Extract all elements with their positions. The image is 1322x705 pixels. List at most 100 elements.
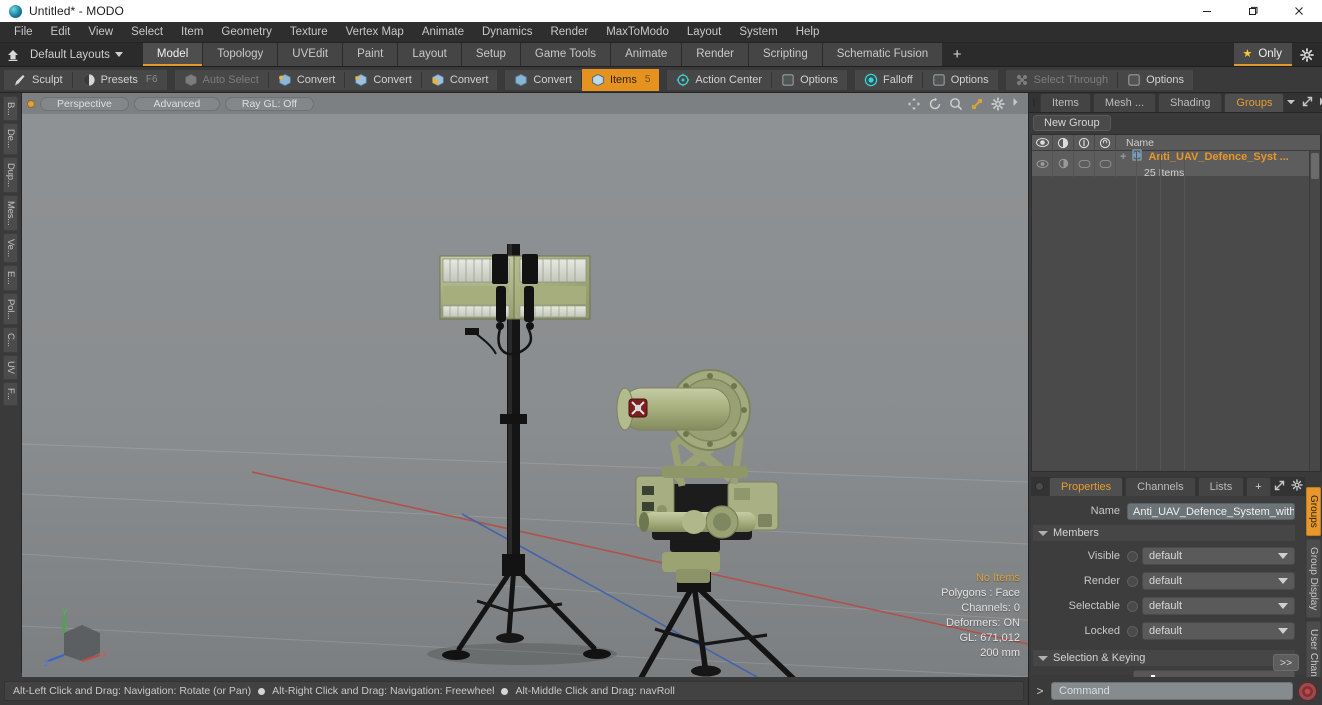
members-section-header[interactable]: Members [1033, 525, 1295, 541]
right-panel-tab-items[interactable]: Items [1040, 93, 1091, 112]
add-layout-tab-button[interactable]: + [943, 43, 971, 66]
layout-tab-scripting[interactable]: Scripting [748, 43, 823, 66]
rotate-icon[interactable] [928, 97, 942, 111]
scrollbar-thumb[interactable] [1311, 153, 1319, 179]
menu-item-edit[interactable]: Edit [42, 22, 80, 43]
toolbar-button-options[interactable]: Options [772, 69, 847, 91]
left-rail-tab-3[interactable]: Mes... [3, 194, 18, 232]
menu-item-layout[interactable]: Layout [678, 22, 731, 43]
toolbar-button-presets[interactable]: Presets F6 [73, 69, 167, 91]
menu-item-system[interactable]: System [730, 22, 786, 43]
close-icon[interactable] [1276, 0, 1322, 22]
toolbar-button-options[interactable]: Options [923, 69, 998, 91]
selection-keying-section-header[interactable]: Selection & Keying [1033, 650, 1295, 666]
select-icon[interactable] [1074, 134, 1095, 151]
layout-tab-setup[interactable]: Setup [461, 43, 521, 66]
record-icon[interactable] [1298, 681, 1317, 701]
only-toggle[interactable]: ★ Only [1234, 43, 1292, 66]
right-panel-tab-shading[interactable]: Shading [1158, 93, 1223, 112]
member-row-dropdown[interactable]: default [1142, 622, 1295, 640]
left-rail-tab-4[interactable]: Ve... [3, 233, 18, 264]
layout-tab-topology[interactable]: Topology [203, 43, 279, 66]
lock-icon[interactable] [1095, 134, 1116, 151]
zoom-icon[interactable] [949, 97, 963, 111]
right-panel-tab-mesh[interactable]: Mesh ... [1092, 93, 1157, 112]
viewport-projection-dropdown[interactable]: Perspective [40, 96, 129, 111]
toolbar-button-convert[interactable]: Convert [269, 69, 345, 91]
expand-icon[interactable] [1302, 96, 1313, 110]
layout-tab-model[interactable]: Model [142, 43, 204, 66]
menu-item-render[interactable]: Render [541, 22, 597, 43]
left-rail-tab-6[interactable]: Pol... [3, 292, 18, 326]
layout-tab-uvedit[interactable]: UVEdit [278, 43, 344, 66]
command-input[interactable]: Command [1051, 682, 1293, 700]
layout-tab-render[interactable]: Render [682, 43, 749, 66]
layout-tab-paint[interactable]: Paint [343, 43, 399, 66]
menu-item-texture[interactable]: Texture [281, 22, 337, 43]
viewport-canvas[interactable]: Y Z X No Items Polygons : Face Channels: 0… [22, 114, 1028, 677]
member-row-toggle[interactable] [1127, 575, 1138, 587]
more-options-button[interactable]: >> [1273, 654, 1299, 671]
toolbar-button-items[interactable]: Items 5 [581, 68, 660, 91]
left-rail-tab-1[interactable]: De... [3, 123, 18, 155]
fit-icon[interactable] [970, 97, 984, 111]
properties-tab-lists[interactable]: Lists [1197, 477, 1245, 496]
left-rail-tab-5[interactable]: E... [3, 265, 18, 291]
member-row-dropdown[interactable]: default [1142, 547, 1295, 565]
left-rail-tab-2[interactable]: Dup... [3, 156, 18, 193]
layout-tab-animate[interactable]: Animate [611, 43, 683, 66]
left-rail-tab-9[interactable]: F... [3, 382, 18, 406]
menu-item-vertex-map[interactable]: Vertex Map [337, 22, 413, 43]
member-row-toggle[interactable] [1127, 600, 1138, 612]
menu-item-help[interactable]: Help [787, 22, 829, 43]
gear-icon[interactable] [991, 96, 1005, 111]
member-row-dropdown[interactable]: default [1142, 597, 1295, 615]
menu-item-view[interactable]: View [79, 22, 122, 43]
menu-item-geometry[interactable]: Geometry [212, 22, 281, 43]
home-icon[interactable] [0, 43, 26, 67]
left-rail-tab-8[interactable]: UV [3, 355, 18, 381]
left-rail-tab-7[interactable]: C... [3, 327, 18, 354]
panel-menu-icon[interactable] [1035, 482, 1044, 491]
row-select-toggle[interactable] [1074, 150, 1095, 177]
member-row-toggle[interactable] [1127, 550, 1138, 562]
side-tab-groups[interactable]: Groups [1306, 487, 1321, 536]
layout-tab-layout[interactable]: Layout [398, 43, 462, 66]
expand-toggle-icon[interactable]: + [1120, 151, 1126, 163]
viewport-3d[interactable]: Perspective Advanced Ray GL: Off Y Z X N… [22, 93, 1028, 677]
properties-tab-properties[interactable]: Properties [1049, 477, 1124, 496]
group-list[interactable]: Name + Anti_UAV_Defence_Syst ... 25 Item… [1031, 134, 1321, 472]
expand-icon[interactable] [1274, 480, 1285, 494]
member-row-dropdown[interactable]: default [1142, 572, 1295, 590]
render-icon[interactable] [1053, 134, 1074, 151]
row-lock-toggle[interactable] [1095, 150, 1116, 177]
properties-tab-add[interactable]: + [1246, 477, 1271, 496]
minimize-icon[interactable] [1184, 0, 1230, 22]
layout-tab-game-tools[interactable]: Game Tools [520, 43, 612, 66]
menu-item-item[interactable]: Item [172, 22, 212, 43]
pan-icon[interactable] [907, 97, 921, 111]
viewport-shading-dropdown[interactable]: Advanced [133, 96, 220, 111]
row-eye-toggle[interactable] [1032, 150, 1053, 177]
toolbar-button-action-center[interactable]: Action Center [667, 69, 771, 91]
properties-tab-channels[interactable]: Channels [1125, 477, 1196, 496]
toolbar-button-options[interactable]: Options [1118, 69, 1193, 91]
new-group-button[interactable]: New Group [1033, 115, 1111, 131]
eye-icon[interactable] [1032, 134, 1053, 151]
menu-item-maxtomodo[interactable]: MaxToModo [597, 22, 678, 43]
right-panel-tab-groups[interactable]: Groups [1224, 93, 1285, 112]
group-list-scrollbar[interactable] [1309, 151, 1320, 471]
arrow-right-icon[interactable] [1012, 97, 1019, 110]
menu-item-animate[interactable]: Animate [413, 22, 473, 43]
menu-item-dynamics[interactable]: Dynamics [473, 22, 541, 43]
toolbar-button-convert[interactable]: Convert [505, 69, 581, 91]
left-rail-tab-0[interactable]: B... [3, 96, 18, 122]
side-tab-group-display[interactable]: Group Display [1306, 538, 1321, 619]
panel-menu-icon[interactable] [1033, 98, 1035, 107]
toolbar-button-convert[interactable]: Convert [422, 69, 498, 91]
gear-icon[interactable] [1291, 479, 1303, 494]
restore-icon[interactable] [1230, 0, 1276, 22]
group-name-field[interactable]: Anti_UAV_Defence_System_with [1127, 502, 1295, 520]
row-render-toggle[interactable] [1053, 150, 1074, 177]
member-row-toggle[interactable] [1127, 625, 1138, 637]
